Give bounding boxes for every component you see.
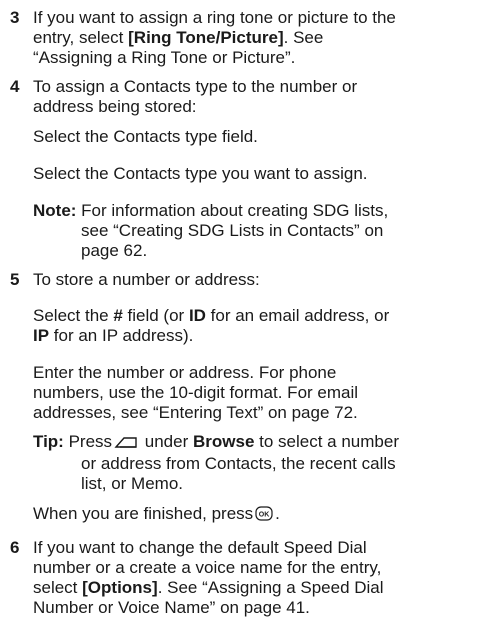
- step-5-text: To store a number or address:: [33, 270, 260, 289]
- step-number: 3: [10, 8, 20, 27]
- step-6: 6 If you want to change the default Spee…: [0, 538, 479, 618]
- step-3-text: If you want to assign a ring tone or pic…: [33, 8, 396, 67]
- step-5-para-1: Select the # field (or ID for an email a…: [33, 306, 390, 345]
- menu-options: [Options]: [82, 578, 158, 597]
- menu-ring-tone-picture: [Ring Tone/Picture]: [128, 28, 284, 47]
- step-4-para-1: Select the Contacts type field.: [33, 127, 258, 146]
- note: Note: For information about creating SDG…: [33, 201, 389, 260]
- step-number: 5: [10, 270, 20, 289]
- ok-key-icon: OK: [255, 506, 273, 526]
- step-number: 4: [10, 77, 20, 96]
- step-5: 5 To store a number or address:: [0, 270, 479, 290]
- tip: Tip: Press under Browse to select a numb…: [33, 432, 399, 493]
- left-softkey-icon: [114, 434, 138, 454]
- note-label: Note:: [33, 201, 77, 220]
- step-4-para-2: Select the Contacts type you want to ass…: [33, 164, 368, 183]
- step-5-finish: When you are finished, press OK.: [33, 504, 479, 526]
- step-5-para-2: Enter the number or address. For phone n…: [33, 363, 359, 422]
- step-6-text: If you want to change the default Speed …: [33, 538, 384, 617]
- step-3: 3 If you want to assign a ring tone or p…: [0, 8, 479, 68]
- step-4: 4 To assign a Contacts type to the numbe…: [0, 77, 479, 117]
- tip-label: Tip:: [33, 432, 64, 451]
- step-number: 6: [10, 538, 20, 557]
- svg-text:OK: OK: [259, 512, 270, 519]
- step-4-text: To assign a Contacts type to the number …: [33, 77, 358, 116]
